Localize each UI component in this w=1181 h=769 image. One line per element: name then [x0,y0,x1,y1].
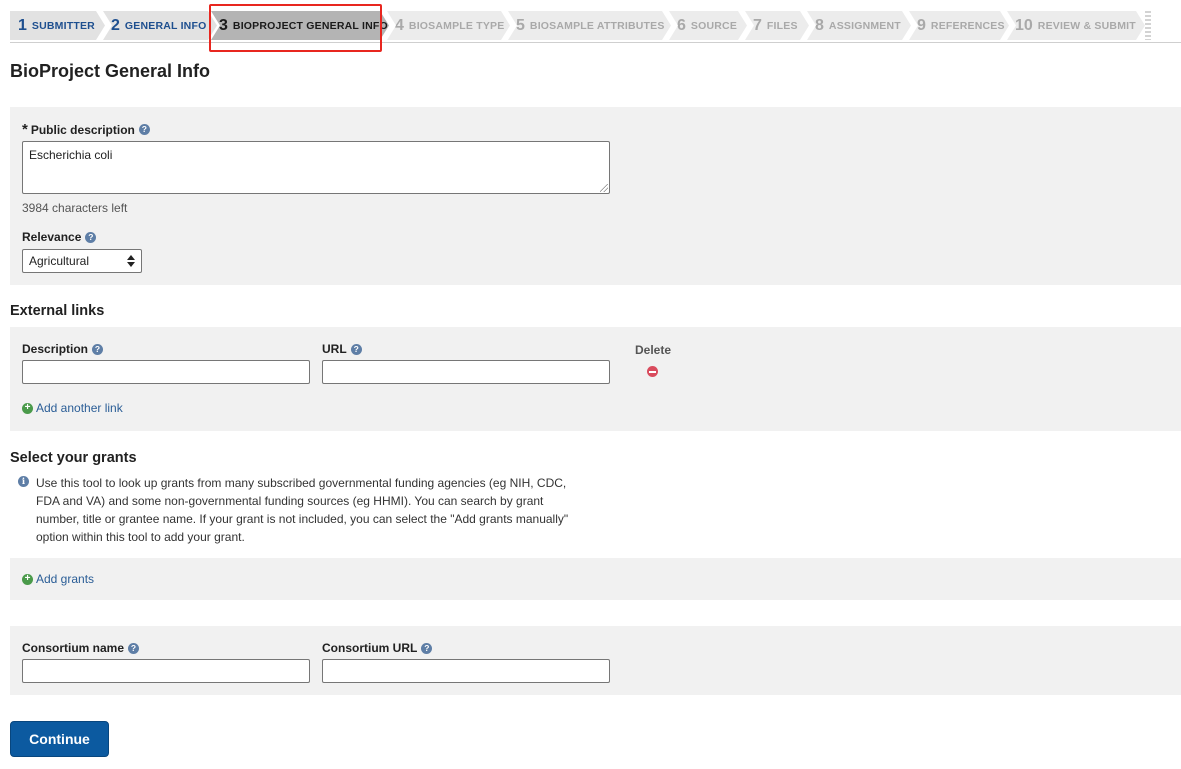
plus-circle-icon: + [22,573,33,585]
step-label: BIOSAMPLE ATTRIBUTES [529,19,665,32]
consortium-url-label: Consortium URL ? [322,641,433,655]
help-icon[interactable]: ? [92,343,104,355]
relevance-label-text: Relevance [22,230,82,244]
public-description-label-text: Public description [30,122,135,137]
relevance-selected-value: Agricultural [29,254,90,268]
step-number: 4 [395,16,404,34]
step-number: 8 [815,16,824,34]
step-label: GENERAL INFO [124,19,207,32]
help-icon[interactable]: ? [350,343,362,355]
step-biosample-type[interactable]: 4 BIOSAMPLE TYPE [387,11,510,40]
step-submitter[interactable]: 1 SUBMITTER [10,11,105,40]
steps-end-decoration [1145,11,1151,40]
help-icon[interactable]: ? [138,124,150,135]
description-panel [10,107,1181,285]
sort-arrows-icon [127,255,135,267]
step-label: BIOPROJECT GENERAL INFO [232,19,388,32]
step-bioproject-general-info[interactable]: 3 BIOPROJECT GENERAL INFO [211,11,389,40]
relevance-select[interactable]: Agricultural [22,249,142,273]
required-marker: * [22,121,28,138]
delete-column-label: Delete [635,343,672,357]
step-general-info[interactable]: 2 GENERAL INFO [103,11,217,40]
consortium-name-label-text: Consortium name [22,641,125,655]
step-review-submit[interactable]: 10 REVIEW & SUBMIT [1007,11,1145,40]
link-url-label: URL ? [322,342,362,356]
steps-divider [10,42,1181,43]
step-number: 3 [219,16,228,34]
wizard-steps: 1 SUBMITTER 2 GENERAL INFO 3 BIOPROJECT … [10,11,1151,40]
page-title: BioProject General Info [10,61,211,81]
help-icon[interactable]: ? [421,642,433,654]
add-another-link-text: Add another link [36,401,123,415]
public-description-input[interactable]: Escherichia coli [22,141,610,194]
grants-panel [10,558,1181,600]
info-icon: i [18,476,29,487]
step-label: ASSIGNMENT [828,19,901,32]
consortium-url-label-text: Consortium URL [322,641,418,655]
characters-left: 3984 characters left [22,201,128,215]
step-number: 5 [516,16,525,34]
grants-info: i Use this tool to look up grants from m… [18,474,578,546]
add-grants-link[interactable]: + Add grants [22,572,94,586]
step-label: SUBMITTER [31,19,95,32]
consortium-url-input[interactable] [322,659,610,683]
step-biosample-attributes[interactable]: 5 BIOSAMPLE ATTRIBUTES [508,11,671,40]
step-source[interactable]: 6 SOURCE [669,11,747,40]
grants-heading: Select your grants [10,450,137,466]
help-icon[interactable]: ? [85,231,97,243]
relevance-label: Relevance ? [22,230,97,244]
delete-link-icon[interactable] [647,366,658,377]
link-description-label: Description ? [22,342,104,356]
step-label: FILES [766,19,798,32]
add-another-link[interactable]: + Add another link [22,401,123,415]
step-number: 1 [18,16,27,34]
step-label: REVIEW & SUBMIT [1037,19,1136,32]
link-url-input[interactable] [322,360,610,384]
link-description-input[interactable] [22,360,310,384]
step-label: REFERENCES [930,19,1005,32]
link-description-label-text: Description [22,342,89,356]
grants-info-text: Use this tool to look up grants from man… [36,476,569,544]
help-icon[interactable]: ? [128,642,140,654]
add-grants-text: Add grants [36,572,95,586]
public-description-label: * Public description ? [22,122,150,137]
step-number: 7 [753,16,762,34]
step-number: 2 [111,16,120,34]
external-links-heading: External links [10,303,105,319]
link-url-label-text: URL [322,342,347,356]
continue-button[interactable]: Continue [10,721,109,757]
consortium-name-input[interactable] [22,659,310,683]
step-label: SOURCE [690,19,738,32]
step-references[interactable]: 9 REFERENCES [909,11,1009,40]
resize-grip-icon[interactable] [600,184,608,192]
step-number: 9 [917,16,926,34]
step-number: 6 [677,16,686,34]
step-assignment[interactable]: 8 ASSIGNMENT [807,11,911,40]
step-files[interactable]: 7 FILES [745,11,809,40]
plus-circle-icon: + [22,402,33,414]
step-number: 10 [1015,16,1033,34]
consortium-name-label: Consortium name ? [22,641,140,655]
step-label: BIOSAMPLE TYPE [408,19,505,32]
